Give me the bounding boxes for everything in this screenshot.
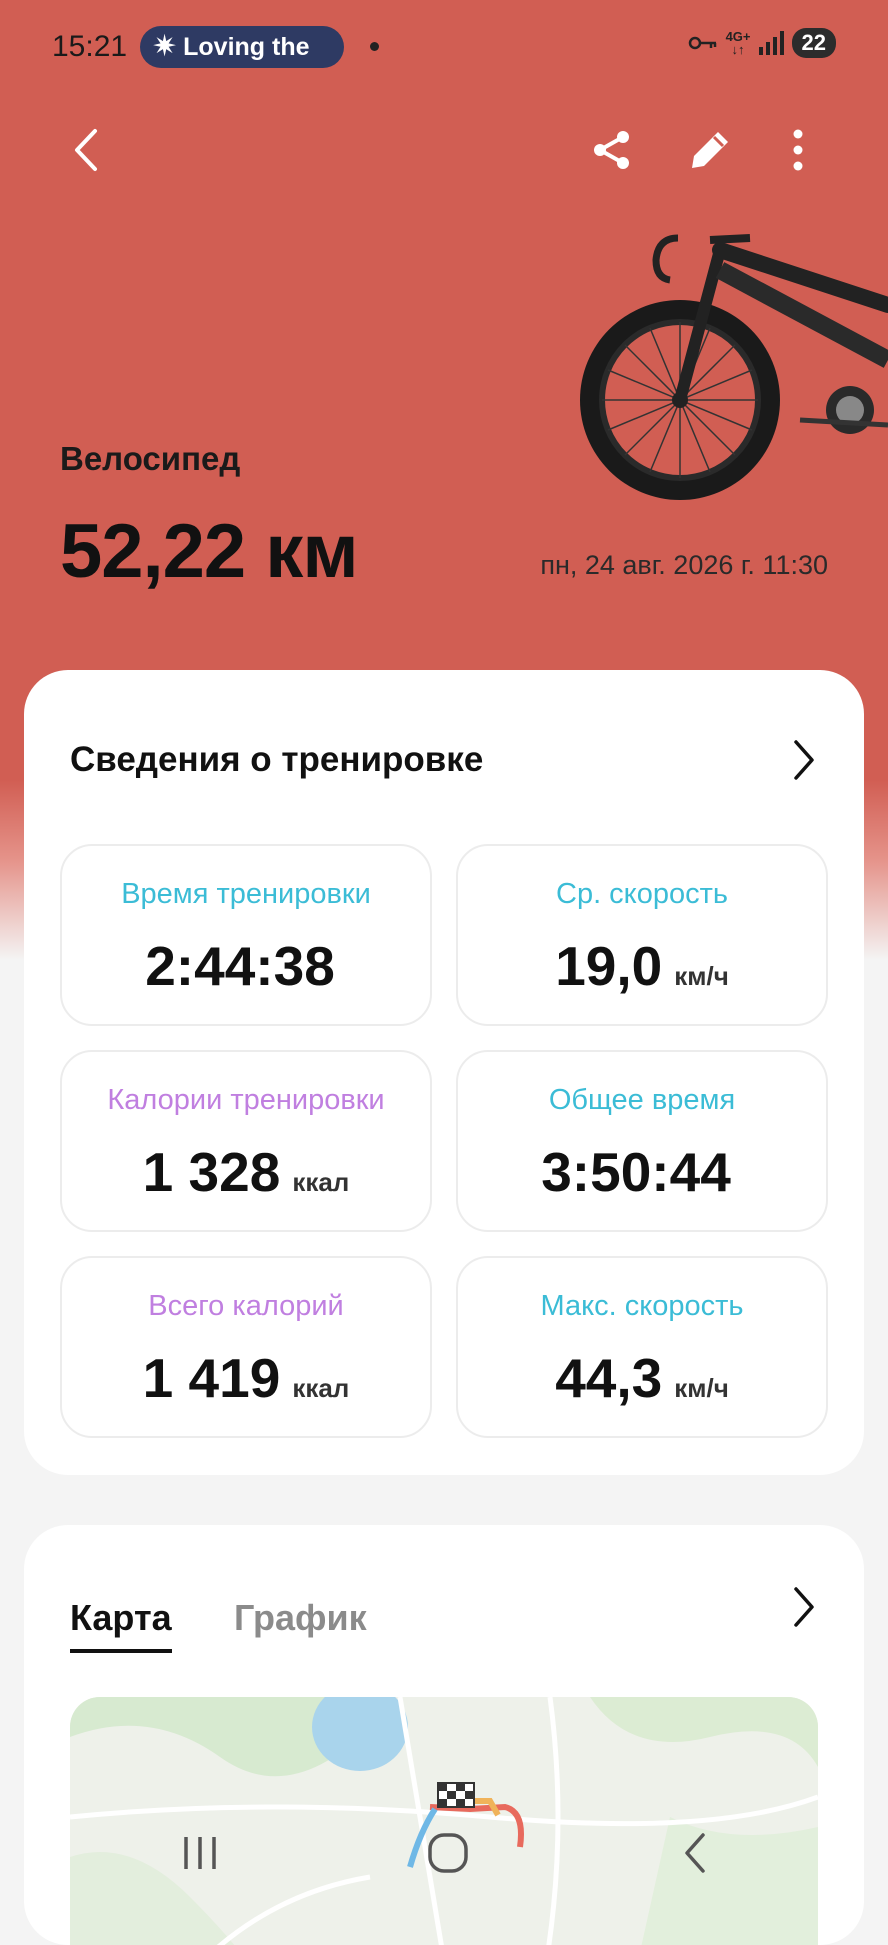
stat-label: Макс. скорость [540, 1290, 744, 1322]
back-nav-button[interactable] [656, 1823, 736, 1883]
bicycle-image [580, 234, 888, 500]
edit-button[interactable] [680, 120, 740, 180]
notification-text: Loving the [183, 32, 310, 61]
more-vertical-icon [793, 129, 803, 171]
workout-details-open-button[interactable] [774, 730, 834, 790]
stat-label: Ср. скорость [556, 878, 728, 910]
chevron-right-icon [794, 740, 814, 780]
home-button[interactable] [408, 1823, 488, 1883]
stat-value: 1 419 [142, 1347, 281, 1409]
pencil-icon [692, 132, 728, 168]
stat-total-time[interactable]: Общее время 3:50:44 [456, 1050, 828, 1232]
system-navigation-bar [0, 1795, 888, 1920]
signal-icon [758, 31, 784, 55]
stat-value: 2:44:38 [145, 935, 335, 997]
stat-label: Калории тренировки [107, 1084, 385, 1116]
system-icons: 4G+ ↓↑ 22 [688, 28, 836, 58]
tab-graph[interactable]: График [234, 1597, 367, 1639]
stat-unit: ккал [292, 1167, 350, 1197]
share-button[interactable] [582, 120, 642, 180]
more-options-button[interactable] [768, 120, 828, 180]
stat-total-calories[interactable]: Всего калорий 1 419 ккал [60, 1256, 432, 1438]
back-button[interactable] [56, 120, 116, 180]
stat-value: 44,3 [555, 1347, 663, 1409]
back-arrow-icon [75, 129, 97, 171]
network-type: 4G+ ↓↑ [725, 29, 751, 57]
status-time: 15:21 [52, 30, 128, 63]
share-icon [594, 131, 629, 169]
battery-level: 22 [791, 28, 836, 58]
map-open-button[interactable] [774, 1577, 834, 1637]
distance-value: 52,22 км [60, 509, 359, 594]
tab-map[interactable]: Карта [70, 1597, 172, 1653]
stat-unit: км/ч [674, 1373, 729, 1403]
notification-dot-icon [370, 42, 379, 51]
chevron-right-icon [794, 1587, 814, 1627]
recent-apps-icon [184, 1837, 216, 1869]
workout-details-card: Сведения о тренировке Время тренировки 2… [24, 670, 864, 1475]
stat-label: Всего калорий [148, 1290, 344, 1322]
stat-workout-time[interactable]: Время тренировки 2:44:38 [60, 844, 432, 1026]
workout-datetime: пн, 24 авг. 2026 г. 11:30 [540, 550, 828, 580]
stat-unit: ккал [292, 1373, 350, 1403]
home-icon [428, 1833, 468, 1873]
back-nav-icon [685, 1833, 705, 1873]
recent-apps-button[interactable] [160, 1823, 240, 1883]
stat-avg-speed[interactable]: Ср. скорость 19,0 км/ч [456, 844, 828, 1026]
status-bar: 15:21 ✷ Loving the 4G+ ↓↑ 22 [0, 0, 888, 90]
stat-label: Общее время [548, 1084, 736, 1116]
stat-max-speed[interactable]: Макс. скорость 44,3 км/ч [456, 1256, 828, 1438]
stat-value: 1 328 [142, 1141, 281, 1203]
stat-unit: км/ч [674, 961, 729, 991]
stat-value: 19,0 [555, 935, 663, 997]
media-notification-pill[interactable]: ✷ Loving the [140, 26, 344, 68]
workout-details-title: Сведения о тренировке [70, 740, 484, 779]
activity-type: Велосипед [60, 440, 241, 477]
stat-value: 3:50:44 [541, 1141, 731, 1203]
key-icon [688, 36, 716, 50]
stat-label: Время тренировки [121, 878, 371, 910]
sparkle-icon: ✷ [152, 30, 178, 63]
stat-workout-calories[interactable]: Калории тренировки 1 328 ккал [60, 1050, 432, 1232]
